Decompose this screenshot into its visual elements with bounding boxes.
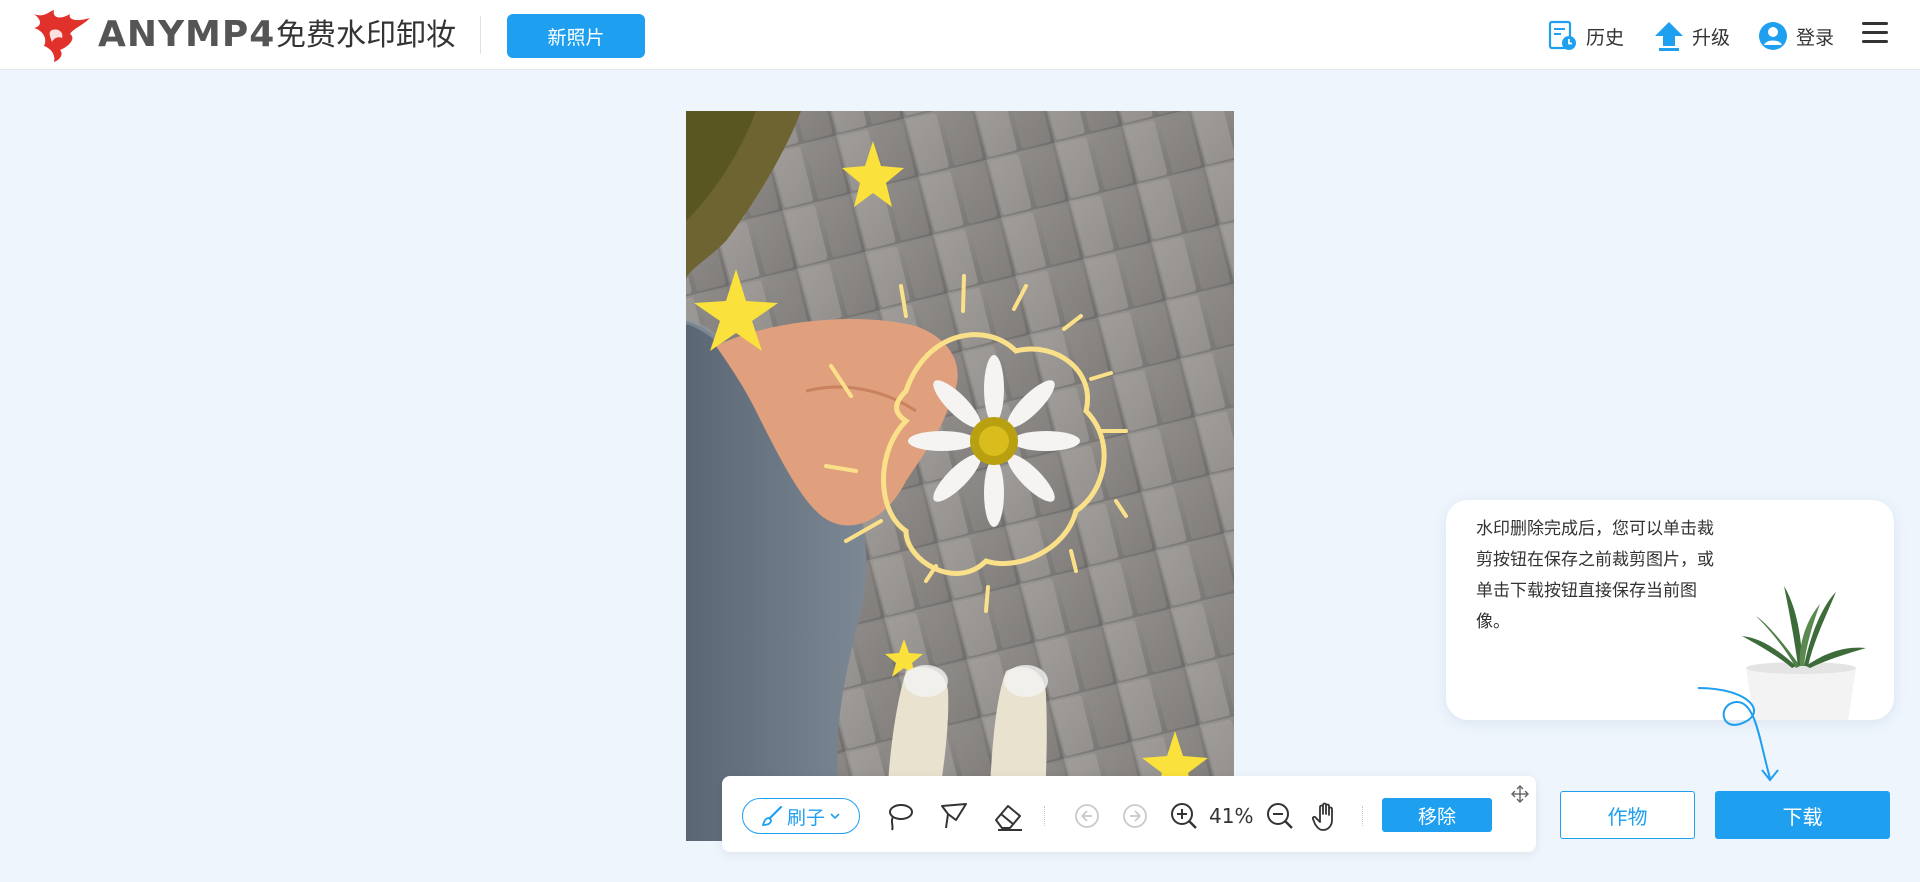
photo-canvas[interactable] xyxy=(686,111,1234,841)
polygon-lasso-icon[interactable] xyxy=(938,800,970,832)
toolbar-divider xyxy=(1362,806,1363,826)
brush-icon xyxy=(761,805,783,826)
chevron-down-icon xyxy=(830,813,840,820)
toolbar-divider xyxy=(1044,806,1045,826)
editing-toolbar: 刷子 41% 移除 xyxy=(722,776,1536,852)
history-label: 历史 xyxy=(1586,26,1625,49)
login-button[interactable]: 登录 xyxy=(1758,18,1834,54)
brush-label: 刷子 xyxy=(786,806,825,829)
upgrade-label: 升级 xyxy=(1692,26,1731,49)
redo-icon[interactable] xyxy=(1122,803,1148,829)
anymp4-logo-icon xyxy=(34,10,90,62)
history-button[interactable]: 历史 xyxy=(1548,18,1624,54)
lasso-icon[interactable] xyxy=(884,800,916,832)
photo-image xyxy=(686,111,1234,841)
top-header: ANYMP4 免费水印卸妆 新照片 历史 升级 登录 xyxy=(0,0,1920,70)
hamburger-menu-icon[interactable] xyxy=(1862,22,1890,46)
new-photo-button[interactable]: 新照片 xyxy=(507,14,645,58)
brush-select[interactable]: 刷子 xyxy=(742,798,860,834)
tip-text: 水印删除完成后，您可以单击裁剪按钮在保存之前裁剪图片，或单击下载按钮直接保存当前… xyxy=(1476,519,1714,632)
product-name: 免费水印卸妆 xyxy=(276,18,456,53)
tip-card: 水印删除完成后，您可以单击裁剪按钮在保存之前裁剪图片，或单击下载按钮直接保存当前… xyxy=(1446,500,1894,720)
login-label: 登录 xyxy=(1796,26,1835,49)
hand-pan-icon[interactable] xyxy=(1310,800,1342,832)
curved-arrow-icon xyxy=(1697,687,1779,782)
eraser-icon[interactable] xyxy=(992,800,1024,832)
remove-button[interactable]: 移除 xyxy=(1382,798,1492,832)
upgrade-button[interactable]: 升级 xyxy=(1654,18,1730,54)
zoom-in-icon[interactable] xyxy=(1168,800,1200,832)
upgrade-arrow-icon xyxy=(1655,22,1683,51)
undo-icon[interactable] xyxy=(1074,803,1100,829)
brand-name: ANYMP4 xyxy=(98,14,276,55)
move-icon[interactable] xyxy=(1510,784,1530,804)
zoom-out-icon[interactable] xyxy=(1264,800,1296,832)
crop-button[interactable]: 作物 xyxy=(1560,791,1695,839)
user-avatar-icon xyxy=(1759,22,1787,50)
zoom-level: 41% xyxy=(1209,804,1254,828)
history-icon xyxy=(1548,20,1576,50)
download-button[interactable]: 下载 xyxy=(1715,791,1890,839)
header-divider xyxy=(480,16,481,54)
